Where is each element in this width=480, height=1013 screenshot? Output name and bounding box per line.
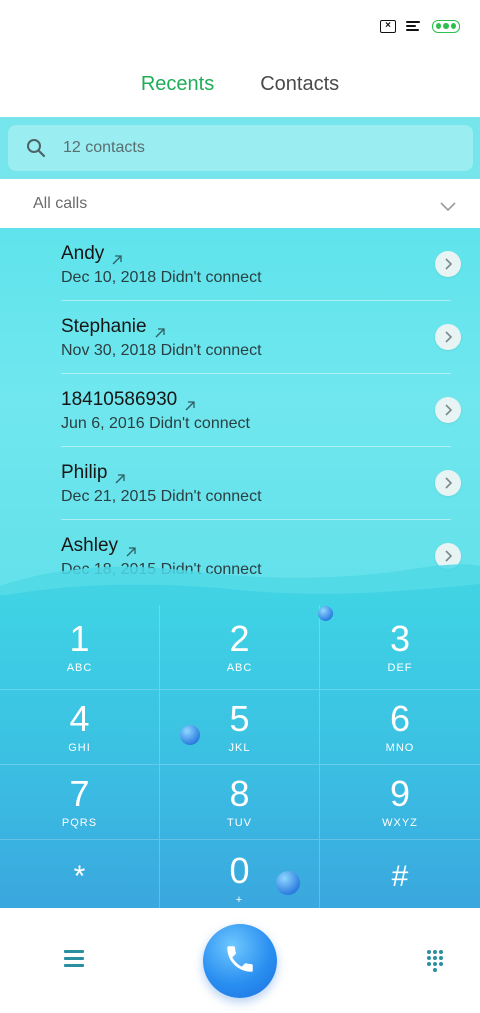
call-item[interactable]: Stephanie Nov 30, 2018 Didn't connect bbox=[61, 301, 461, 374]
bubble-decoration bbox=[180, 725, 200, 745]
key-7[interactable]: 7 PQRS bbox=[0, 765, 160, 840]
bottom-bar bbox=[0, 908, 480, 1013]
call-button[interactable] bbox=[203, 924, 277, 998]
call-item[interactable]: Andy Dec 10, 2018 Didn't connect bbox=[61, 228, 461, 301]
caller-name: Philip bbox=[61, 462, 108, 483]
call-item[interactable]: Philip Dec 21, 2015 Didn't connect bbox=[61, 447, 461, 520]
chevron-right-icon[interactable] bbox=[435, 324, 461, 350]
key-8[interactable]: 8 TUV bbox=[160, 765, 320, 840]
tab-bar: Recents Contacts bbox=[0, 60, 480, 108]
signal-icon bbox=[406, 20, 422, 32]
search-icon bbox=[26, 138, 46, 158]
bubble-decoration bbox=[276, 871, 300, 895]
status-bar: × bbox=[0, 0, 480, 52]
key-star[interactable]: * bbox=[0, 840, 160, 918]
caller-name: Andy bbox=[61, 243, 105, 264]
outgoing-arrow-icon bbox=[115, 468, 126, 484]
key-9[interactable]: 9 WXYZ bbox=[320, 765, 480, 840]
search-input[interactable]: 12 contacts bbox=[8, 125, 473, 171]
filter-label: All calls bbox=[33, 194, 88, 212]
key-hash[interactable]: # bbox=[320, 840, 480, 918]
call-filter-dropdown[interactable]: All calls bbox=[0, 179, 480, 228]
chevron-down-icon bbox=[440, 199, 456, 211]
search-placeholder: 12 contacts bbox=[63, 139, 145, 156]
key-1[interactable]: 1 ABC bbox=[0, 605, 160, 690]
key-6[interactable]: 6 MNO bbox=[320, 690, 480, 765]
call-item[interactable]: 18410586930 Jun 6, 2016 Didn't connect bbox=[61, 374, 461, 447]
chevron-right-icon[interactable] bbox=[435, 470, 461, 496]
key-2[interactable]: 2 ABC bbox=[160, 605, 320, 690]
call-detail: Jun 6, 2016 Didn't connect bbox=[61, 415, 250, 432]
call-detail: Nov 30, 2018 Didn't connect bbox=[61, 342, 262, 359]
call-detail: Dec 10, 2018 Didn't connect bbox=[61, 269, 262, 286]
phone-icon bbox=[223, 942, 257, 981]
key-4[interactable]: 4 GHI bbox=[0, 690, 160, 765]
tab-contacts[interactable]: Contacts bbox=[260, 73, 339, 96]
chevron-right-icon[interactable] bbox=[435, 397, 461, 423]
caller-name: Stephanie bbox=[61, 316, 147, 337]
sim-x-icon: × bbox=[380, 19, 396, 33]
outgoing-arrow-icon bbox=[185, 395, 195, 411]
search-band: 12 contacts bbox=[0, 117, 480, 179]
bubble-decoration bbox=[318, 606, 333, 621]
outgoing-arrow-icon bbox=[112, 249, 122, 265]
battery-icon bbox=[432, 19, 460, 33]
call-detail: Dec 21, 2015 Didn't connect bbox=[61, 488, 262, 505]
recent-calls-list: Andy Dec 10, 2018 Didn't connect Stephan… bbox=[0, 228, 480, 608]
menu-icon[interactable] bbox=[64, 950, 84, 968]
chevron-right-icon[interactable] bbox=[435, 251, 461, 277]
tab-recents[interactable]: Recents bbox=[141, 73, 214, 96]
dial-keypad: 1 ABC 2 ABC 3 DEF 4 GHI 5 JKL 6 MNO 7 PQRS 8 TUV… bbox=[0, 595, 480, 918]
outgoing-arrow-icon bbox=[155, 322, 165, 338]
caller-name: 18410586930 bbox=[61, 389, 178, 410]
key-3[interactable]: 3 DEF bbox=[320, 605, 480, 690]
dialpad-icon[interactable] bbox=[427, 950, 445, 974]
